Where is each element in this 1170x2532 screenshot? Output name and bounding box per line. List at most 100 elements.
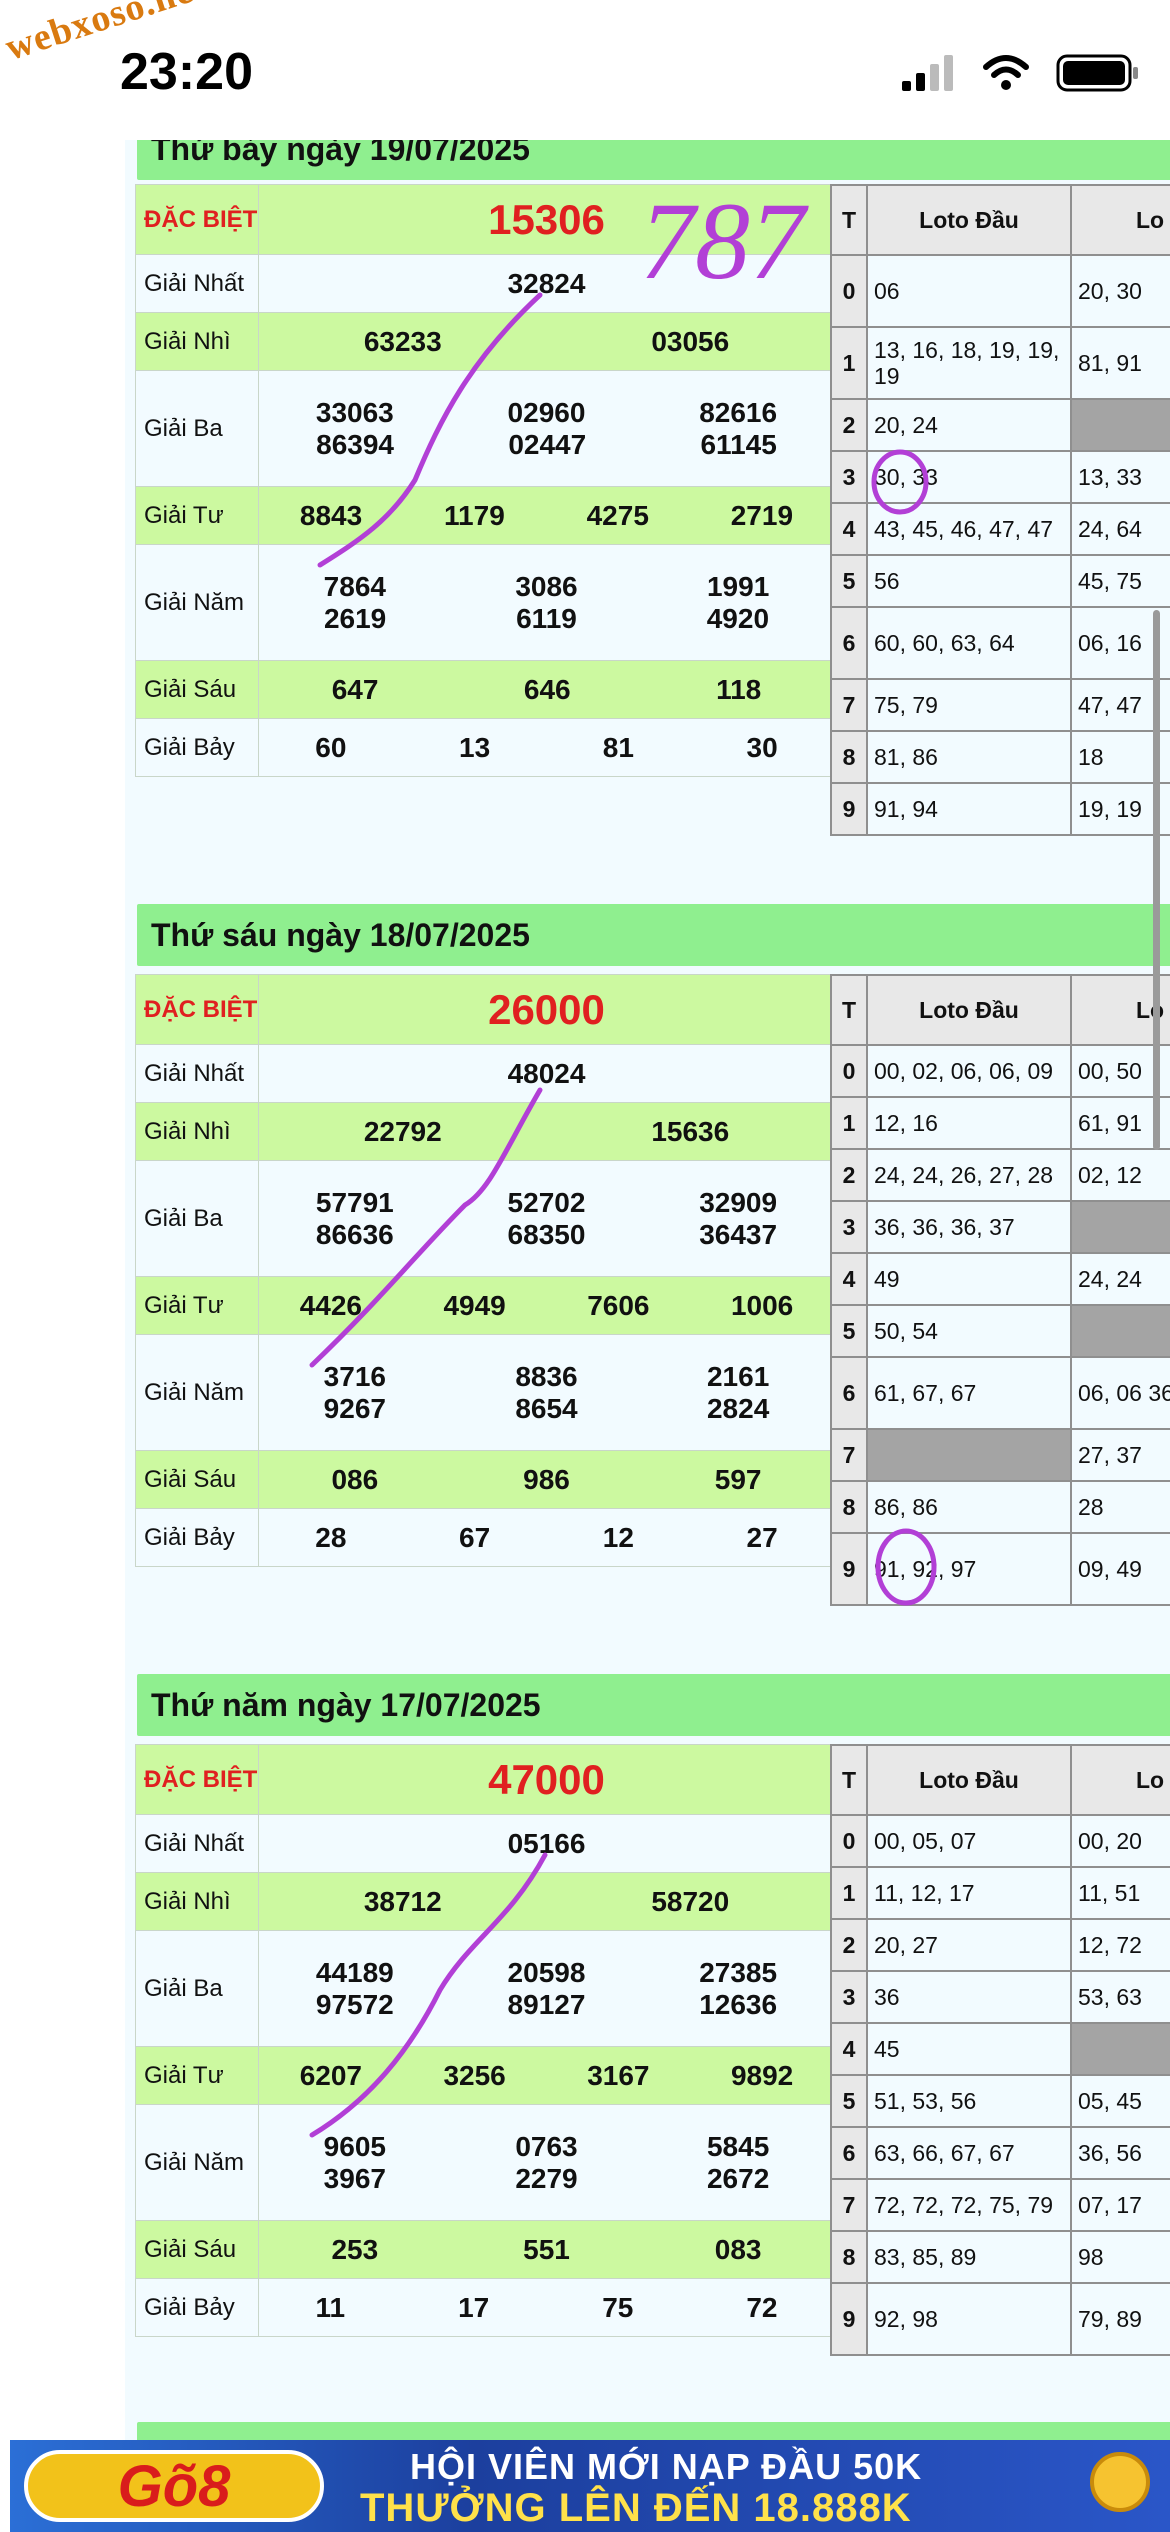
prize-value: 6207 (299, 2059, 363, 2091)
prize-value: 48024 (258, 1044, 835, 1103)
loto-row-key: 8 (830, 1480, 868, 1534)
loto-header-duoi: Lo (1070, 1744, 1170, 1816)
prize-value: 2672 (706, 2162, 770, 2194)
prize-label: Giải Bảy (135, 718, 259, 777)
prize-value: 2824 (706, 1392, 770, 1424)
loto-dau-cell: 00, 02, 06, 06, 09 (866, 1044, 1072, 1098)
prize-label: Giải Sáu (135, 2220, 259, 2279)
prize-value: 81 (602, 731, 634, 763)
prize-value: 551 (523, 2233, 570, 2265)
loto-duoi-cell: 20, 30 (1070, 254, 1170, 328)
loto-row-key: 3 (830, 1200, 868, 1254)
loto-row-key: 6 (830, 606, 868, 680)
coin-icon (1090, 2452, 1150, 2512)
loto-row-key: 5 (830, 554, 868, 608)
loto-dau-cell: 91, 94 (866, 782, 1072, 836)
prize-value: 89127 (507, 1988, 586, 2020)
loto-dau-cell: 06 (866, 254, 1072, 328)
special-prize-label: ĐẶC BIỆT (135, 1744, 259, 1815)
prize-value: 1006 (730, 1289, 794, 1321)
prize-value: 086 (331, 1463, 379, 1495)
prize-value: 44189 (315, 1956, 394, 1988)
day-header: Thứ bảy ngày 19/07/2025 (137, 140, 1170, 180)
loto-header-dau: Loto Đầu (866, 184, 1072, 256)
prize-value: 986 (523, 1463, 570, 1495)
loto-row-key: 7 (830, 678, 868, 732)
loto-table: T Loto Đầu Lo 0 00, 05, 07 00, 20 1 11, 12, 1… (830, 1744, 1170, 2356)
prize-value: 82616 (699, 396, 778, 428)
loto-duoi-cell: 53, 63 (1070, 1970, 1170, 2024)
prize-label: Giải Nhì (135, 1872, 259, 1931)
loto-row-key: 5 (830, 2074, 868, 2128)
prize-value: 67 (459, 1521, 491, 1553)
loto-dau-cell: 91, 92, 97 (866, 1532, 1072, 1606)
loto-row-key: 0 (830, 254, 868, 328)
prize-label: Giải Sáu (135, 1450, 259, 1509)
prize-value: 3967 (323, 2162, 386, 2194)
day-header: Thứ sáu ngày 18/07/2025 (137, 904, 1170, 966)
loto-row-key: 2 (830, 398, 868, 452)
prize-value: 9605 (323, 2130, 386, 2162)
status-icons (900, 54, 1140, 92)
prize-label: Giải Năm (135, 1334, 259, 1451)
loto-duoi-cell: 09, 49 (1070, 1532, 1170, 1606)
prize-value: 4275 (586, 499, 649, 531)
loto-duoi-cell: 00, 20 (1070, 1814, 1170, 1868)
prize-label: Giải Năm (135, 2104, 259, 2221)
prize-value: 5845 (706, 2130, 770, 2162)
loto-header-duoi: Lo (1070, 184, 1170, 256)
loto-dau-cell (866, 1428, 1072, 1482)
prize-value: 27385 (699, 1956, 778, 1988)
loto-header-dau: Loto Đầu (866, 974, 1072, 1046)
prize-label: Giải Bảy (135, 2278, 259, 2337)
loto-row-key: 6 (830, 2126, 868, 2180)
loto-duoi-cell: 79, 89 (1070, 2282, 1170, 2356)
prize-value: 32909 (699, 1186, 778, 1218)
loto-dau-cell: 12, 16 (866, 1096, 1072, 1150)
loto-dau-cell: 61, 67, 67 (866, 1356, 1072, 1430)
loto-dau-cell: 60, 60, 63, 64 (866, 606, 1072, 680)
prize-value: 57791 (315, 1186, 394, 1218)
scrollbar[interactable] (1153, 610, 1160, 1150)
prize-value: 86394 (316, 428, 395, 460)
wifi-icon (983, 55, 1029, 90)
prize-value: 33063 (315, 396, 394, 428)
ad-banner[interactable]: Gõ8 HỘI VIÊN MỚI NẠP ĐẦU 50K THƯỞNG LÊN … (10, 2440, 1170, 2532)
loto-dau-cell: 45 (866, 2022, 1072, 2076)
prize-value: 72 (746, 2291, 778, 2323)
prize-value: 97572 (315, 1988, 394, 2020)
prize-label: Giải Ba (135, 370, 259, 487)
loto-row-key: 0 (830, 1044, 868, 1098)
loto-row-key: 7 (830, 2178, 868, 2232)
prize-value: 0763 (515, 2130, 578, 2162)
loto-dau-cell: 20, 27 (866, 1918, 1072, 1972)
loto-row-key: 1 (830, 326, 868, 400)
loto-duoi-cell (1070, 1200, 1170, 1254)
prize-value: 02960 (507, 396, 586, 428)
prize-value: 2619 (323, 602, 387, 634)
loto-row-key: 3 (830, 450, 868, 504)
prize-value: 3167 (587, 2059, 650, 2091)
loto-duoi-cell: 81, 91 (1070, 326, 1170, 400)
loto-dau-cell: 30, 33 (866, 450, 1072, 504)
prize-value: 647 (331, 673, 379, 705)
loto-row-key: 1 (830, 1866, 868, 1920)
prize-value: 646 (523, 673, 571, 705)
prize-label: Giải Bảy (135, 1508, 259, 1567)
prize-value: 253 (331, 2233, 379, 2265)
loto-duoi-cell: 45, 75 (1070, 554, 1170, 608)
prize-value: 27 (746, 1521, 778, 1553)
special-prize-label: ĐẶC BIỆT (135, 184, 259, 255)
prize-value: 86636 (315, 1218, 394, 1250)
loto-dau-cell: 75, 79 (866, 678, 1072, 732)
prize-value: 63233 (363, 325, 442, 357)
prize-value: 8836 (515, 1360, 578, 1392)
results-page[interactable]: Thứ bảy ngày 19/07/2025 ĐẶC BIỆT 15306 G… (125, 140, 1170, 2440)
prize-value: 17 (458, 2291, 490, 2323)
prize-value: 3716 (323, 1360, 386, 1392)
loto-header-t: T (830, 974, 868, 1046)
prize-value: 36437 (699, 1218, 778, 1250)
prize-value: 7606 (587, 1289, 650, 1321)
prize-value: 9892 (730, 2059, 794, 2091)
loto-duoi-cell: 28 (1070, 1480, 1170, 1534)
